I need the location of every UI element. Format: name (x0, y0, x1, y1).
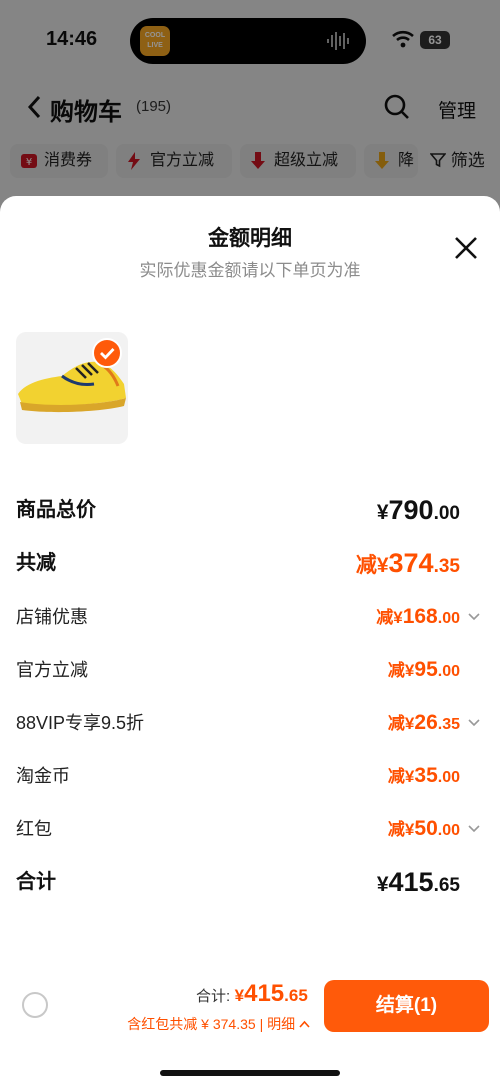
chevron-up-icon[interactable] (299, 1019, 310, 1029)
checkmark-icon (100, 348, 115, 360)
taojinbi-row: 淘金币 减¥35.00 (16, 761, 484, 791)
discount-item-label: 88VIP专享9.5折 (16, 713, 145, 733)
shop-discount-row[interactable]: 店铺优惠 减¥168.00 (16, 602, 484, 632)
discount-item-value: 减¥95.00 (387, 658, 460, 681)
chevron-down-icon[interactable] (468, 611, 480, 623)
total-price-value: ¥790.00 (376, 495, 460, 525)
discount-item-value: 减¥50.00 (387, 817, 460, 840)
total-price-label: 商品总价 (16, 499, 96, 521)
sum-label: 合计: (196, 988, 231, 1005)
total-discount-row: 共减 减¥374.35 (16, 548, 484, 578)
discount-item-label: 红包 (16, 819, 52, 839)
chevron-down-icon[interactable] (468, 717, 480, 729)
red-packet-row[interactable]: 红包 减¥50.00 (16, 814, 484, 844)
vip-discount-row[interactable]: 88VIP专享9.5折 减¥26.35 (16, 708, 484, 738)
sum-decimal: .65 (284, 986, 308, 1005)
sum-integer: 415 (244, 980, 285, 1007)
discount-item-value: 减¥168.00 (376, 605, 460, 628)
discount-note: 含红包共减 ¥ 374.35 | (127, 1016, 268, 1032)
selected-check-badge[interactable] (92, 338, 122, 368)
sheet-title: 金额明细 (208, 227, 292, 250)
checkout-button[interactable]: 结算(1) (324, 980, 489, 1032)
detail-link[interactable]: 明细 (267, 1016, 295, 1032)
chevron-down-icon[interactable] (468, 823, 480, 835)
total-discount-label: 共减 (16, 552, 56, 574)
grand-total-value: ¥415.65 (376, 867, 460, 897)
home-indicator (160, 1070, 340, 1076)
close-icon[interactable] (452, 234, 480, 262)
total-discount-value: 减¥374.35 (355, 548, 460, 578)
select-all-radio[interactable] (22, 992, 48, 1018)
grand-total-row: 合计 ¥415.65 (16, 867, 484, 897)
discount-item-label: 店铺优惠 (16, 607, 88, 627)
total-price-row: 商品总价 ¥790.00 (16, 495, 484, 525)
discount-item-value: 减¥26.35 (387, 711, 460, 734)
sum-currency: ¥ (234, 986, 245, 1005)
discount-item-label: 官方立减 (16, 660, 88, 680)
official-discount-row: 官方立减 减¥95.00 (16, 655, 484, 685)
grand-total-label: 合计 (16, 871, 56, 893)
amount-detail-sheet: 金额明细 实际优惠金额请以下单页为准 商品总价 ¥790.00 共减 减¥374… (0, 196, 500, 1087)
checkout-bar: 合计: ¥415.65 含红包共减 ¥ 374.35 | 明细 结算(1) (0, 972, 500, 1087)
discount-summary[interactable]: 含红包共减 ¥ 374.35 | 明细 (127, 1014, 310, 1034)
checkout-sum: 合计: ¥415.65 (196, 980, 308, 1008)
sheet-subtitle: 实际优惠金额请以下单页为准 (139, 261, 361, 280)
discount-item-value: 减¥35.00 (387, 764, 460, 787)
discount-item-label: 淘金币 (16, 766, 70, 786)
